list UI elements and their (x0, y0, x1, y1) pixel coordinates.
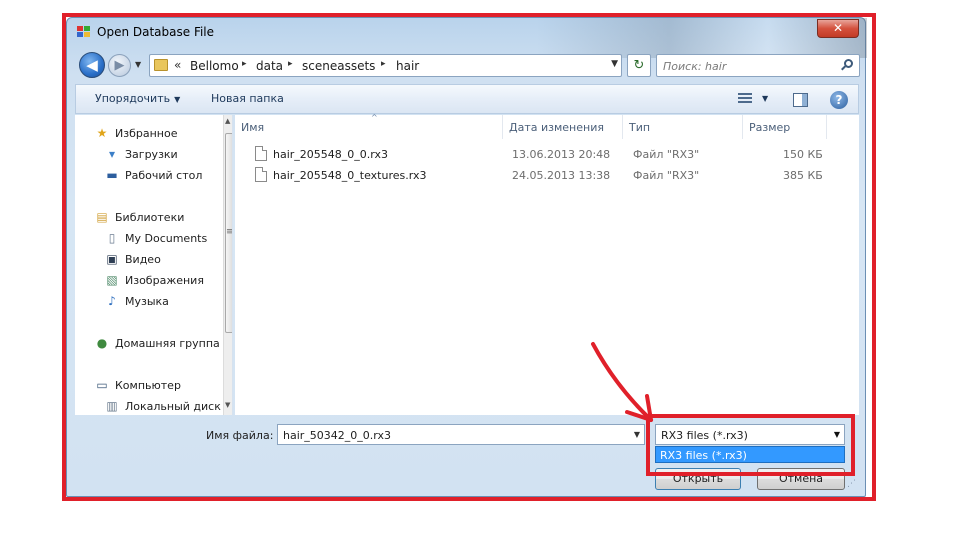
command-toolbar: Упорядочить ▼ Новая папка ▼ ? (75, 84, 859, 114)
title-bar: Open Database File ✕ (67, 18, 867, 46)
sidebar-item-label: Видео (125, 253, 161, 266)
breadcrumb-hair[interactable]: hair (396, 59, 419, 73)
sidebar-item-label: Локальный диск (125, 400, 221, 413)
music-icon: ♪ (108, 294, 116, 308)
file-icon (255, 167, 267, 182)
organize-label: Упорядочить (95, 92, 171, 105)
folder-icon (154, 59, 168, 71)
help-icon[interactable]: ? (830, 91, 848, 109)
sidebar-item-label: Компьютер (115, 379, 181, 392)
sidebar-item-label: My Documents (125, 232, 208, 245)
column-header-type[interactable]: Тип (623, 115, 743, 139)
forward-button[interactable]: ▶ (108, 54, 131, 77)
chevron-down-icon[interactable]: ▼ (634, 430, 640, 439)
back-button[interactable]: ◀ (79, 52, 105, 78)
sidebar-item-label: Избранное (115, 127, 178, 140)
sidebar-item-label: Музыка (125, 295, 169, 308)
chevron-right-icon[interactable]: ▸ (288, 59, 293, 69)
resize-grip-icon[interactable]: ⋰ (847, 479, 856, 489)
breadcrumb-data[interactable]: data (256, 59, 283, 73)
file-name: hair_205548_0_textures.rx3 (273, 169, 427, 182)
column-header-size[interactable]: Размер (743, 115, 827, 139)
scroll-grip-icon: ≡ (226, 227, 233, 237)
sidebar-scrollbar[interactable]: ▲ ≡ ▼ (223, 115, 233, 415)
file-size: 150 КБ (783, 148, 823, 161)
libraries-icon: ▤ (96, 210, 108, 224)
file-name: hair_205548_0_0.rx3 (273, 148, 389, 161)
new-folder-button[interactable]: Новая папка (211, 92, 284, 105)
breadcrumb-sceneassets[interactable]: sceneassets (302, 59, 375, 73)
search-box (656, 54, 860, 77)
breadcrumb-bellomo[interactable]: Bellomo (190, 59, 239, 73)
homegroup-icon: ● (96, 336, 108, 350)
address-bar[interactable]: « Bellomo ▸ data ▸ sceneassets ▸ hair ▼ (149, 54, 622, 77)
file-type: Файл "RX3" (633, 169, 700, 182)
chevron-right-icon[interactable]: ▸ (381, 59, 386, 69)
history-dropdown-icon[interactable]: ▼ (135, 60, 141, 69)
filename-label: Имя файла: (206, 429, 274, 442)
table-row[interactable]: hair_205548_0_0.rx3 13.06.2013 20:48 Фай… (235, 144, 859, 164)
search-icon[interactable] (841, 59, 854, 72)
downloads-folder-icon: ▾ (108, 147, 116, 161)
document-icon: ▯ (108, 231, 116, 245)
search-input[interactable] (663, 58, 833, 74)
navigation-pane: ★ Избранное ▾ Загрузки ▬ Рабочий стол ▤ … (75, 115, 233, 415)
file-type: Файл "RX3" (633, 148, 700, 161)
video-icon: ▣ (106, 252, 118, 266)
sort-ascending-icon: ^ (371, 113, 378, 122)
computer-icon: ▭ (96, 378, 108, 392)
file-date: 13.06.2013 20:48 (512, 148, 611, 161)
filename-value: hair_50342_0_0.rx3 (283, 429, 392, 442)
view-dropdown-icon[interactable]: ▼ (762, 94, 768, 103)
sidebar-item-label: Домашняя группа (115, 337, 220, 350)
navigation-bar: ◀ ▶ ▼ « Bellomo ▸ data ▸ sceneassets ▸ h… (67, 51, 867, 81)
column-label: Имя (241, 121, 265, 134)
column-header-name[interactable]: Имя ^ (235, 113, 503, 139)
file-icon (255, 146, 267, 161)
sidebar-item-label: Загрузки (125, 148, 178, 161)
file-date: 24.05.2013 13:38 (512, 169, 611, 182)
app-icon (77, 26, 91, 38)
breadcrumb-overflow[interactable]: « (174, 58, 181, 72)
sidebar-item-label: Рабочий стол (125, 169, 203, 182)
file-list: Имя ^ Дата изменения Тип Размер hair_205… (235, 113, 859, 415)
annotation-highlight-box (646, 414, 855, 476)
address-dropdown-icon[interactable]: ▼ (611, 59, 618, 69)
organize-button[interactable]: Упорядочить ▼ (95, 92, 180, 105)
desktop-icon: ▬ (106, 168, 118, 182)
disk-icon: ▥ (106, 399, 118, 413)
view-options-icon[interactable] (738, 93, 756, 107)
refresh-button[interactable]: ↻ (627, 54, 651, 77)
file-size: 385 КБ (783, 169, 823, 182)
sidebar-item-label: Библиотеки (115, 211, 185, 224)
close-button[interactable]: ✕ (817, 19, 859, 38)
images-icon: ▧ (106, 273, 118, 287)
column-header-date[interactable]: Дата изменения (503, 115, 623, 139)
scroll-down-icon[interactable]: ▼ (225, 401, 230, 409)
sidebar-item-label: Изображения (125, 274, 204, 287)
scroll-up-icon[interactable]: ▲ (225, 117, 230, 125)
chevron-down-icon: ▼ (174, 95, 181, 104)
table-row[interactable]: hair_205548_0_textures.rx3 24.05.2013 13… (235, 165, 859, 185)
preview-pane-icon[interactable] (793, 93, 808, 107)
window-title: Open Database File (97, 25, 215, 39)
star-icon: ★ (96, 126, 108, 140)
chevron-right-icon[interactable]: ▸ (242, 59, 247, 69)
